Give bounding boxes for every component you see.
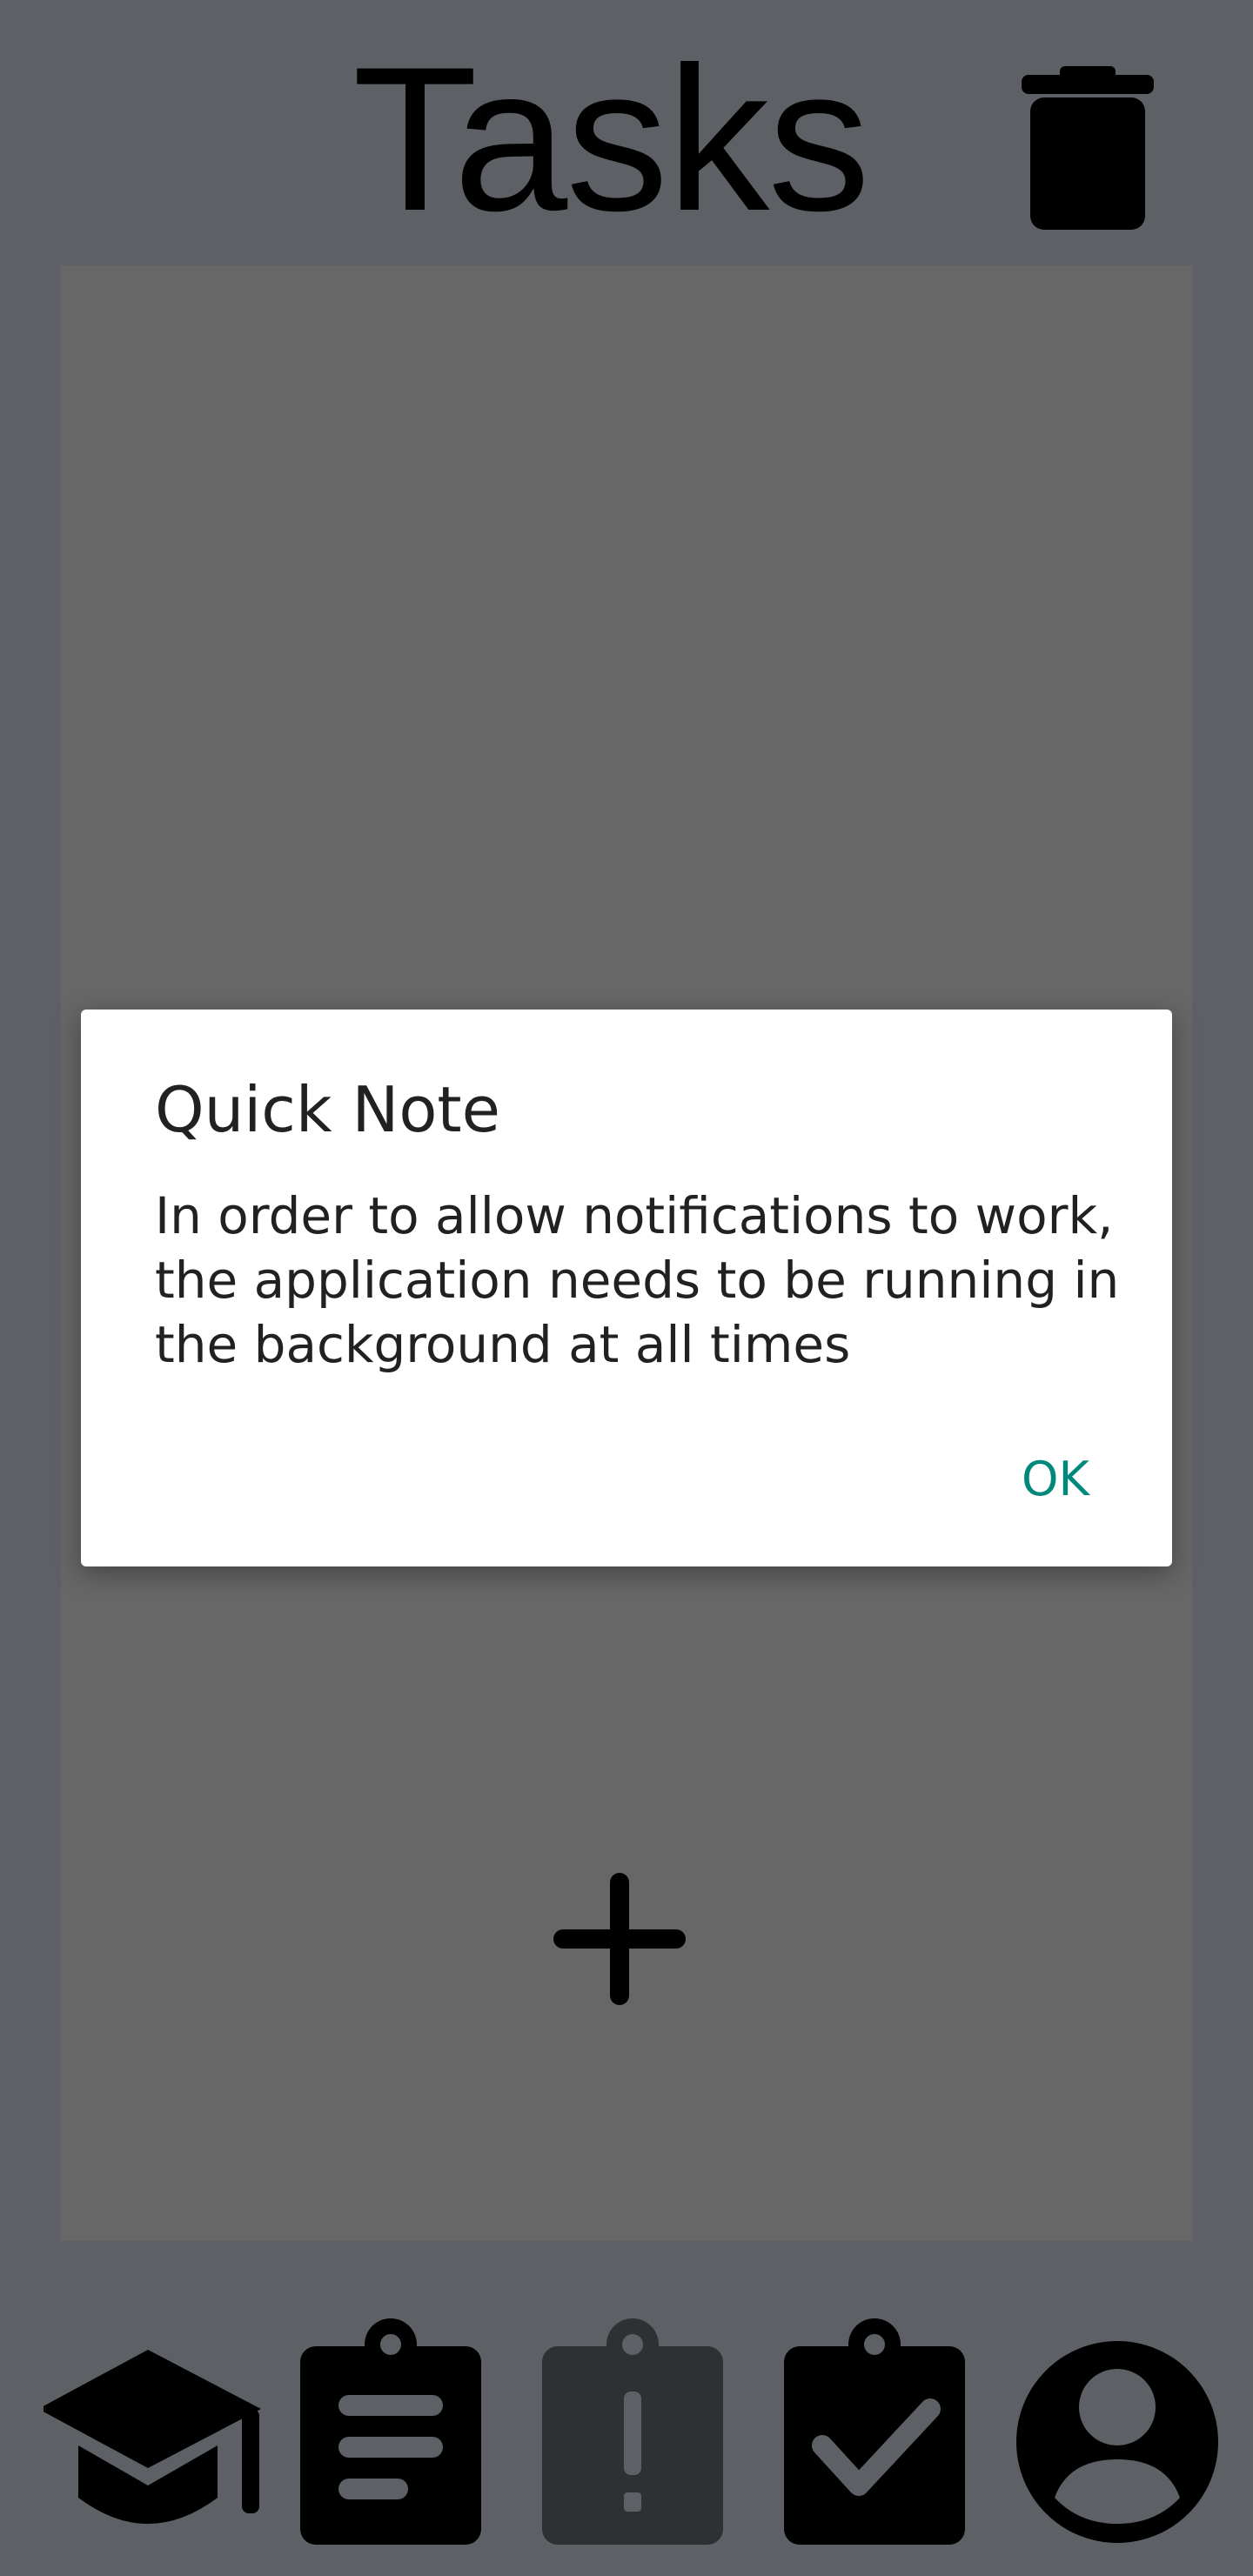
graduation-cap-icon: [44, 2350, 261, 2524]
dialog-message: In order to allow notifications to work,…: [155, 1186, 1120, 1374]
account-circle-icon: [1016, 2341, 1218, 2543]
add-task-button[interactable]: [550, 1869, 689, 2009]
nav-item-urgent[interactable]: [542, 2315, 751, 2559]
delete-button[interactable]: [1018, 61, 1157, 235]
page-title: Tasks: [352, 24, 870, 254]
dialog-title: Quick Note: [155, 1073, 500, 1146]
clipboard-list-icon: [300, 2318, 481, 2545]
ok-button[interactable]: OK: [995, 1436, 1116, 1523]
bottom-navigation: [0, 2315, 1253, 2576]
nav-item-tasks-list[interactable]: [300, 2315, 509, 2559]
trash-icon: [1022, 66, 1154, 230]
plus-icon: [553, 1873, 686, 2005]
clipboard-check-icon: [784, 2318, 965, 2545]
nav-item-profile[interactable]: [1016, 2315, 1225, 2559]
quick-note-dialog: Quick Note In order to allow notificatio…: [81, 1010, 1172, 1566]
nav-item-completed[interactable]: [784, 2315, 993, 2559]
clipboard-alert-icon: [542, 2318, 723, 2545]
nav-item-courses[interactable]: [44, 2315, 261, 2559]
